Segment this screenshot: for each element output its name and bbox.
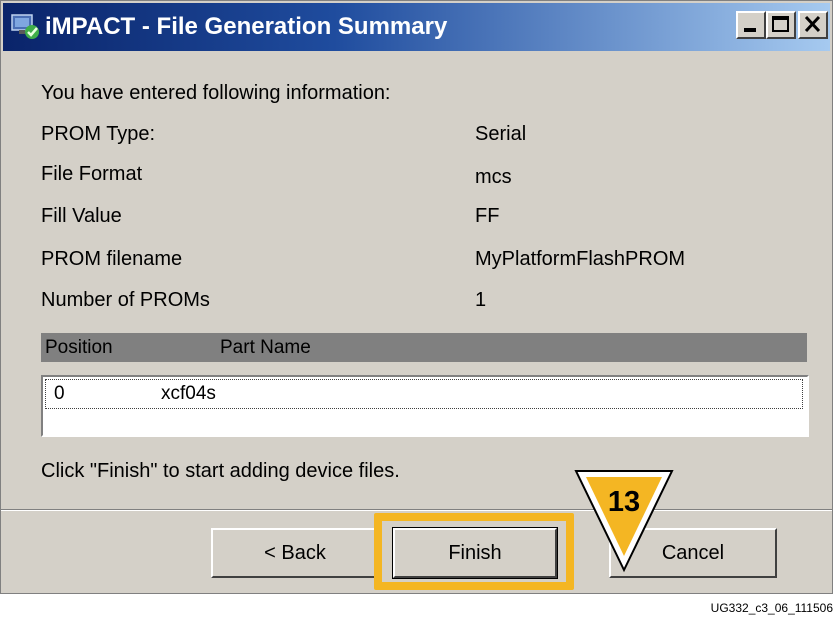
- intro-text: You have entered following information:: [41, 82, 391, 104]
- field-label-number-of-proms: Number of PROMs: [41, 289, 210, 311]
- field-value-number-of-proms: 1: [475, 289, 487, 311]
- finish-highlight-box: [374, 513, 574, 590]
- cancel-button[interactable]: Cancel: [609, 528, 777, 578]
- field-label-prom-type: PROM Type:: [41, 123, 156, 145]
- back-button[interactable]: < Back: [211, 528, 379, 578]
- table-header: Position Part Name: [41, 333, 807, 362]
- separator: [1, 509, 832, 511]
- close-icon: [804, 15, 821, 33]
- field-value-prom-type: Serial: [475, 123, 527, 145]
- field-value-prom-filename: MyPlatformFlashPROM: [475, 248, 686, 270]
- minimize-icon: [744, 28, 756, 32]
- row-position: 0: [54, 383, 65, 404]
- impact-app-icon: [11, 14, 39, 39]
- close-button[interactable]: [798, 11, 828, 39]
- maximize-icon: [772, 16, 789, 32]
- instruction-text: Click "Finish" to start adding device fi…: [41, 460, 400, 482]
- field-label-prom-filename: PROM filename: [41, 248, 183, 270]
- row-part-name: xcf04s: [161, 383, 216, 404]
- title-bar[interactable]: iMPACT - File Generation Summary: [3, 3, 830, 51]
- column-header-part-name[interactable]: Part Name: [220, 335, 311, 360]
- minimize-button[interactable]: [736, 11, 766, 39]
- window-title: iMPACT - File Generation Summary: [45, 13, 448, 40]
- maximize-button[interactable]: [766, 11, 796, 39]
- table-row[interactable]: 0 xcf04s: [45, 379, 803, 409]
- field-label-file-format: File Format: [41, 163, 143, 185]
- figure-id: UG332_c3_06_111506: [710, 601, 833, 615]
- field-value-file-format: mcs: [475, 166, 512, 188]
- field-value-fill-value: FF: [475, 205, 500, 227]
- column-header-position[interactable]: Position: [45, 335, 113, 360]
- dialog-window: iMPACT - File Generation Summary You hav…: [0, 0, 833, 594]
- field-label-fill-value: Fill Value: [41, 205, 122, 227]
- parts-list[interactable]: 0 xcf04s: [41, 375, 809, 437]
